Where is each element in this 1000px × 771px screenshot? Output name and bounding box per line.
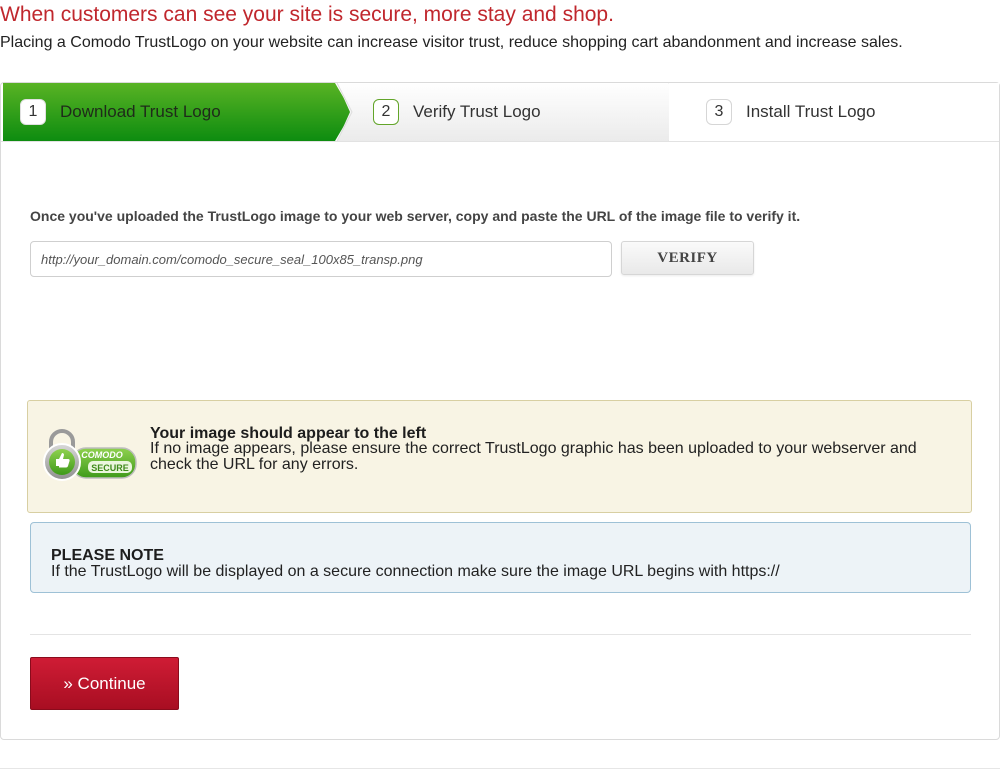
step-download[interactable]: 1 Download Trust Logo (3, 83, 352, 141)
wizard-steps: 1 Download Trust Logo 2 Verify Trust Log… (1, 83, 999, 142)
step-separator-icon (336, 83, 353, 141)
divider (0, 768, 1000, 769)
svg-text:COMODO: COMODO (81, 450, 123, 460)
step-number: 1 (20, 99, 46, 125)
divider (30, 634, 971, 635)
comodo-secure-seal-icon: COMODO SECURE (43, 429, 137, 481)
page-headline: When customers can see your site is secu… (0, 3, 614, 26)
verify-button[interactable]: VERIFY (621, 241, 754, 275)
continue-button[interactable]: » Continue (30, 657, 179, 710)
verify-instruction: Once you've uploaded the TrustLogo image… (30, 208, 801, 224)
trustlogo-wizard-panel: 1 Download Trust Logo 2 Verify Trust Log… (0, 82, 1000, 740)
step-verify[interactable]: 2 Verify Trust Logo (337, 83, 686, 141)
step-number: 2 (373, 99, 399, 125)
image-preview-box: COMODO SECURE Your image should appear t… (27, 400, 972, 513)
step-install[interactable]: 3 Install Trust Logo (669, 83, 999, 141)
step-label: Install Trust Logo (746, 102, 876, 121)
image-url-input[interactable] (30, 241, 612, 277)
step-label: Download Trust Logo (60, 102, 221, 121)
step-number: 3 (706, 99, 732, 125)
secure-connection-note: PLEASE NOTE If the TrustLogo will be dis… (30, 522, 971, 593)
svg-text:SECURE: SECURE (91, 463, 129, 473)
note-text: If the TrustLogo will be displayed on a … (51, 563, 780, 580)
page-subheading: Placing a Comodo TrustLogo on your websi… (0, 34, 903, 51)
step-label: Verify Trust Logo (413, 102, 541, 121)
image-preview-text: If no image appears, please ensure the c… (150, 440, 917, 473)
